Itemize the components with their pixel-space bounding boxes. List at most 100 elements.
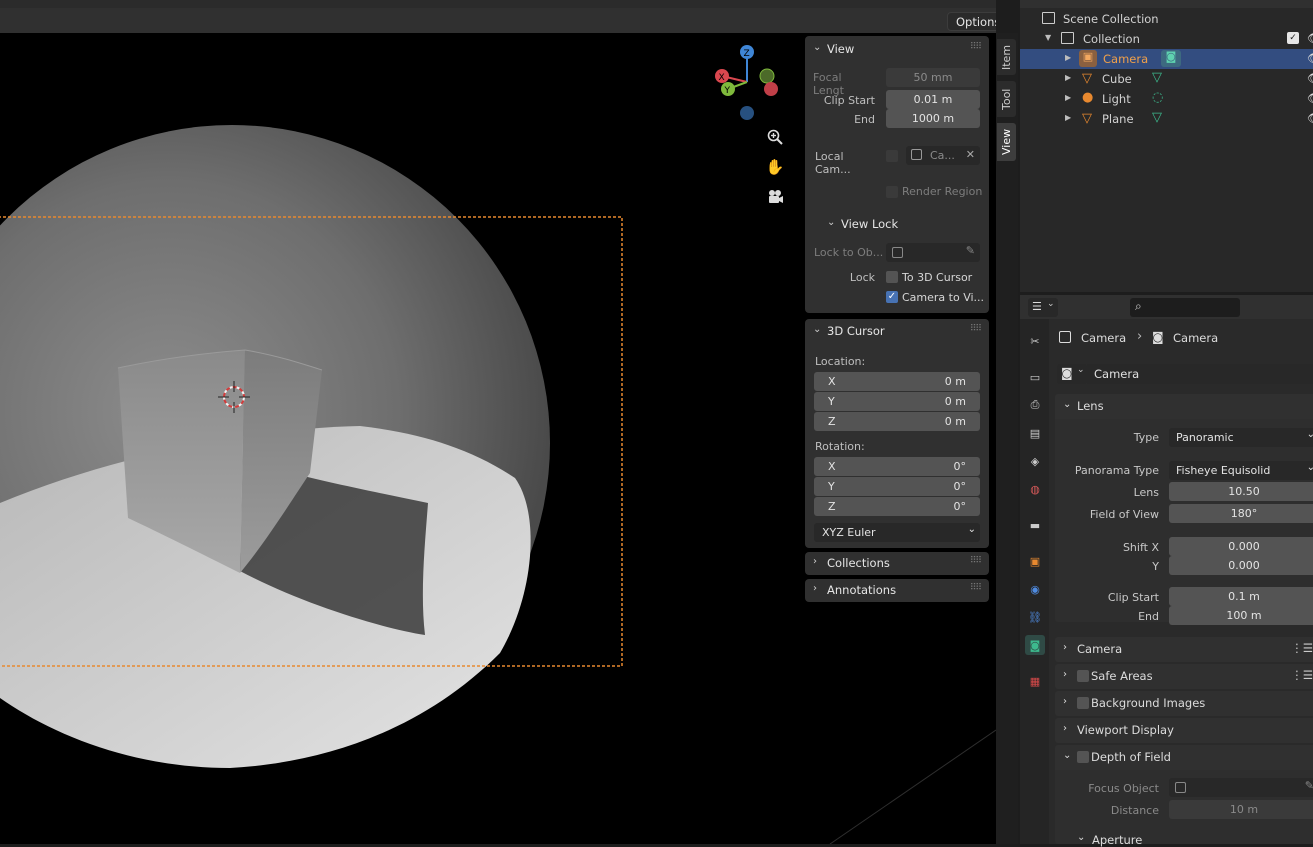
light-data-icon[interactable]: ◌ xyxy=(1152,90,1163,105)
camera-to-view-checkbox[interactable]: ✓ xyxy=(886,291,898,303)
editor-type-dropdown[interactable]: ☰ ⌄ xyxy=(1028,298,1058,317)
safe-areas-section-header[interactable]: › Safe Areas ⋮☰ xyxy=(1055,664,1313,689)
outliner-row-camera[interactable]: ▶ ▣ Camera ◙ 👁 xyxy=(1020,49,1313,69)
cursor-rotation-z[interactable]: Z 0° xyxy=(814,497,980,516)
viewport-display-section-header[interactable]: › Viewport Display xyxy=(1055,718,1313,743)
world-icon[interactable]: ◍ xyxy=(1025,479,1045,499)
shift-y-field[interactable]: 0.000 xyxy=(1169,556,1313,575)
scene-icon[interactable]: ◈ xyxy=(1025,451,1045,471)
physics-icon[interactable]: ◉ xyxy=(1025,579,1045,599)
eyedropper-icon[interactable]: ✎ xyxy=(966,244,975,257)
outliner-row-cube[interactable]: ▶ ▽ Cube ▽ 👁 xyxy=(1020,69,1313,89)
cursor-rotation-x[interactable]: X 0° xyxy=(814,457,980,476)
drag-grip-icon[interactable]: ⠿⠿ xyxy=(970,42,982,52)
outliner-row-plane[interactable]: ▶ ▽ Plane ▽ 👁 xyxy=(1020,109,1313,129)
type-dropdown[interactable]: Panoramic ⌄ xyxy=(1169,428,1313,447)
mesh-data-icon[interactable]: ▽ xyxy=(1152,70,1162,85)
exclude-checkbox[interactable]: ✓ xyxy=(1287,32,1299,44)
background-images-section-header[interactable]: › Background Images xyxy=(1055,691,1313,716)
tab-item[interactable]: Item xyxy=(997,39,1016,75)
lens-header[interactable]: ⌄ Lens xyxy=(1055,394,1313,419)
chevron-right-icon[interactable]: ▶ xyxy=(1065,93,1071,102)
zoom-icon[interactable] xyxy=(762,124,788,150)
3d-cursor-panel: ⌄ 3D Cursor ⠿⠿ Location: X0 m Y0 m Z0 m … xyxy=(805,319,989,548)
outliner-row-scene-collection[interactable]: Scene Collection xyxy=(1020,9,1313,29)
cursor-location-y[interactable]: Y 0 m xyxy=(814,392,980,411)
chevron-right-icon[interactable]: ▶ xyxy=(1065,73,1071,82)
eye-icon[interactable]: 👁 xyxy=(1307,71,1313,85)
datablock-name-field[interactable]: Camera xyxy=(1087,364,1313,384)
hand-pan-icon[interactable]: ✋ xyxy=(762,154,788,180)
object-icon xyxy=(1175,782,1186,793)
camera-data-icon[interactable]: ◙ xyxy=(1161,50,1181,67)
constraints-icon[interactable]: ⛓ xyxy=(1025,607,1045,627)
render-region-checkbox[interactable] xyxy=(886,186,898,198)
eye-icon[interactable]: 👁 xyxy=(1307,111,1313,125)
view-lock-title: View Lock xyxy=(841,217,899,231)
fov-field[interactable]: 180° xyxy=(1169,504,1313,523)
clip-end-field[interactable]: 1000 m xyxy=(886,109,980,128)
camera-section-header[interactable]: › Camera ⋮☰ xyxy=(1055,637,1313,662)
collection-icon[interactable]: ▬ xyxy=(1025,515,1045,535)
object-icon[interactable]: ▣ xyxy=(1025,551,1045,571)
search-input[interactable]: ⌕ xyxy=(1130,298,1240,317)
navigation-gizmo[interactable]: Z X Y xyxy=(710,40,790,125)
dof-section-header[interactable]: ⌄ Depth of Field xyxy=(1055,745,1313,770)
camera-data-icon[interactable]: ◙ xyxy=(1025,635,1045,655)
eye-icon[interactable]: 👁 xyxy=(1307,91,1313,105)
options-dropdown[interactable]: Options ⌄ xyxy=(947,12,996,31)
focus-object-field[interactable]: ✎ xyxy=(1169,778,1313,797)
list-icon[interactable]: ⋮☰ xyxy=(1291,668,1313,682)
to-3d-cursor-label: To 3D Cursor xyxy=(902,271,973,284)
rotation-mode-dropdown[interactable]: XYZ Euler ⌄ xyxy=(814,523,980,542)
drag-grip-icon[interactable]: ⠿⠿ xyxy=(970,324,982,334)
clip-end-field[interactable]: 100 m xyxy=(1169,606,1313,625)
cursor-rotation-y[interactable]: Y 0° xyxy=(814,477,980,496)
eye-icon[interactable]: 👁 xyxy=(1307,31,1313,45)
chevron-right-icon[interactable]: ▶ xyxy=(1065,113,1071,122)
3d-cursor-header[interactable]: ⌄ 3D Cursor ⠿⠿ xyxy=(805,320,989,342)
panorama-type-dropdown[interactable]: Fisheye Equisolid ⌄ xyxy=(1169,461,1313,480)
texture-icon[interactable]: ▦ xyxy=(1025,671,1045,691)
shift-x-field[interactable]: 0.000 xyxy=(1169,537,1313,556)
local-camera-checkbox[interactable] xyxy=(886,150,898,162)
outliner-row-collection[interactable]: ▼ Collection ✓ 👁 xyxy=(1020,29,1313,49)
distance-field[interactable]: 10 m xyxy=(1169,800,1313,819)
output-icon[interactable]: ⎙ xyxy=(1025,395,1045,415)
clip-start-field[interactable]: 0.1 m xyxy=(1169,587,1313,606)
close-icon[interactable]: ✕ xyxy=(966,148,975,161)
view-layer-icon[interactable]: ▤ xyxy=(1025,423,1045,443)
drag-grip-icon[interactable]: ⠿⠿ xyxy=(970,583,982,593)
camera-object-icon xyxy=(1059,331,1071,343)
cursor-location-x[interactable]: X 0 m xyxy=(814,372,980,391)
eyedropper-icon[interactable]: ✎ xyxy=(1305,779,1313,792)
dof-checkbox[interactable] xyxy=(1077,751,1089,763)
view-lock-header[interactable]: ⌄ View Lock xyxy=(805,213,989,235)
to-3d-cursor-checkbox[interactable] xyxy=(886,271,898,283)
tab-tool[interactable]: Tool xyxy=(997,81,1016,117)
view-panel-header[interactable]: ⌄ View ⠿⠿ xyxy=(805,38,989,60)
clip-start-field[interactable]: 0.01 m xyxy=(886,90,980,109)
lock-to-object-field[interactable]: ✎ xyxy=(886,243,980,262)
aperture-section-header[interactable]: ⌄ Aperture xyxy=(1069,831,1269,847)
datablock-browse[interactable]: ◙ ⌄ xyxy=(1057,364,1087,384)
tab-view[interactable]: View xyxy=(997,123,1016,161)
lens-field[interactable]: 10.50 xyxy=(1169,482,1313,501)
eye-icon[interactable]: 👁 xyxy=(1307,51,1313,65)
tool-icon[interactable]: ✂ xyxy=(1025,331,1045,351)
camera-view-icon[interactable] xyxy=(762,184,788,210)
chevron-right-icon[interactable]: ▶ xyxy=(1065,53,1071,62)
safe-areas-checkbox[interactable] xyxy=(1077,670,1089,682)
outliner-row-light[interactable]: ▶ ● Light ◌ 👁 xyxy=(1020,89,1313,109)
render-icon[interactable]: ▭ xyxy=(1025,367,1045,387)
chevron-down-icon[interactable]: ▼ xyxy=(1045,33,1051,42)
background-images-checkbox[interactable] xyxy=(1077,697,1089,709)
collections-panel-header[interactable]: › Collections ⠿⠿ xyxy=(805,552,989,575)
annotations-panel-header[interactable]: › Annotations ⠿⠿ xyxy=(805,579,989,602)
local-camera-field[interactable]: Ca... ✕ xyxy=(906,146,980,165)
mesh-data-icon[interactable]: ▽ xyxy=(1152,110,1162,125)
focal-length-field[interactable]: 50 mm xyxy=(886,68,980,87)
drag-grip-icon[interactable]: ⠿⠿ xyxy=(970,556,982,566)
cursor-location-z[interactable]: Z 0 m xyxy=(814,412,980,431)
list-icon[interactable]: ⋮☰ xyxy=(1291,641,1313,655)
